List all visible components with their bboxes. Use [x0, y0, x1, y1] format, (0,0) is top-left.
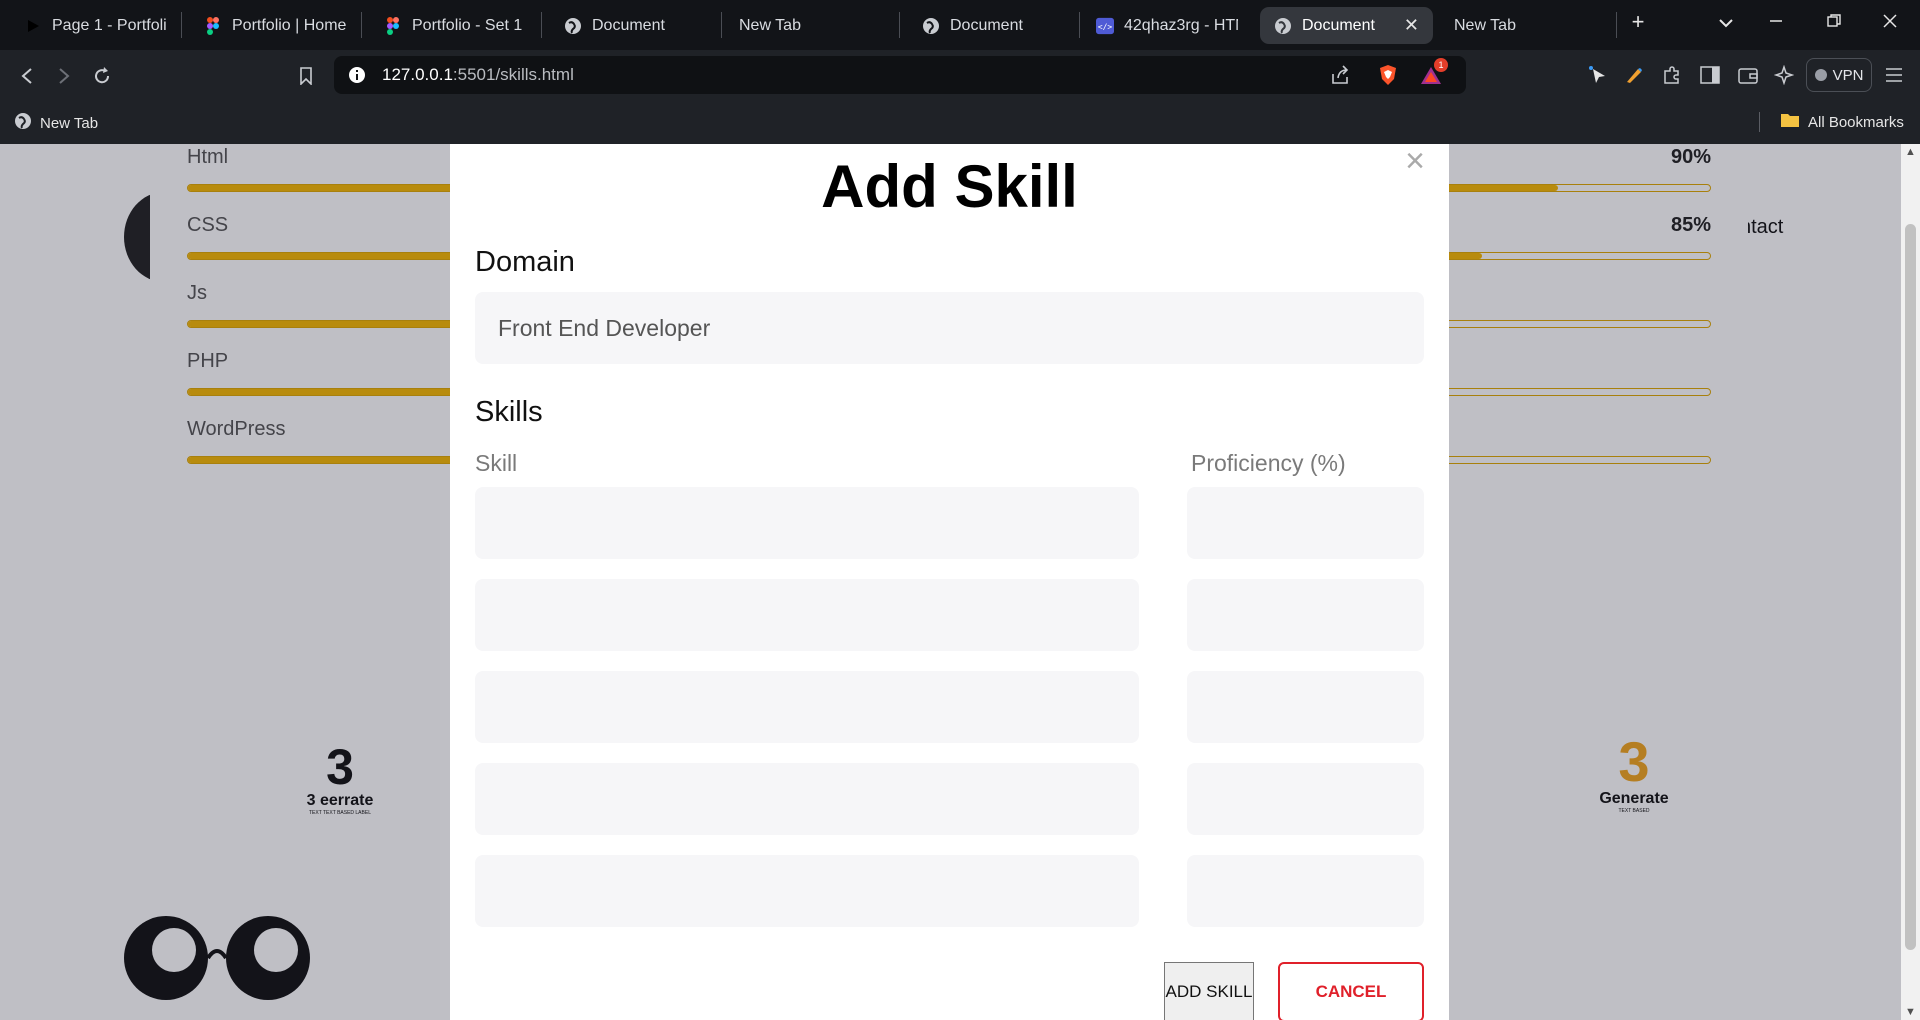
- minimize-icon[interactable]: [1762, 12, 1790, 33]
- tab-3[interactable]: Portfolio - Set 1 –: [370, 7, 540, 44]
- bookmark-icon[interactable]: [292, 62, 320, 90]
- skills-label: Skills: [475, 396, 543, 428]
- tab-divider: [899, 12, 900, 38]
- page-viewport: ntact Html 90% CSS 85% Js PHP WordPress: [0, 144, 1901, 1020]
- scroll-up-arrow-icon[interactable]: ▲: [1901, 146, 1920, 158]
- tab-divider: [181, 12, 182, 38]
- all-bookmarks-button[interactable]: All Bookmarks: [1780, 112, 1904, 132]
- tab-title: Portfolio - Set 1 –: [412, 16, 526, 34]
- scrollbar-thumb[interactable]: [1905, 224, 1916, 950]
- proficiency-input-3[interactable]: [1187, 671, 1424, 743]
- tab-1[interactable]: Page 1 - Portfolio: [10, 7, 180, 44]
- url-text[interactable]: 127.0.0.1:5501/skills.html: [382, 65, 574, 85]
- new-tab-plus-icon[interactable]: +: [1624, 9, 1652, 35]
- svg-text:</>: </>: [1098, 21, 1113, 31]
- page-scrollbar[interactable]: ▲ ▼: [1901, 144, 1920, 1020]
- site-info-icon[interactable]: [348, 66, 366, 89]
- back-icon[interactable]: [13, 62, 41, 90]
- share-icon[interactable]: [1330, 65, 1350, 90]
- globe-icon: [564, 17, 582, 35]
- forward-icon[interactable]: [50, 62, 78, 90]
- chevron-down-icon[interactable]: [1712, 12, 1740, 33]
- figma-icon: [384, 16, 402, 35]
- globe-icon: [14, 112, 32, 134]
- proficiency-input-4[interactable]: [1187, 763, 1424, 835]
- extensions-puzzle-icon[interactable]: [1660, 63, 1684, 87]
- vpn-button[interactable]: VPN: [1806, 58, 1872, 92]
- tab-7[interactable]: </> 42qhaz3rg - HTM: [1082, 7, 1252, 44]
- tab-title: Document: [950, 16, 1023, 34]
- skill-input-5[interactable]: [475, 855, 1139, 927]
- bookmark-new-tab[interactable]: New Tab: [14, 112, 98, 134]
- browser-toolbar: 127.0.0.1:5501/skills.html 1 VPN: [0, 50, 1920, 100]
- tab-8-active[interactable]: Document ✕: [1260, 7, 1433, 44]
- tab-title: Document: [1302, 16, 1375, 34]
- reload-icon[interactable]: [88, 62, 116, 90]
- tab-9[interactable]: New Tab: [1440, 7, 1610, 44]
- bookmark-label: New Tab: [40, 114, 99, 132]
- skill-column-header: Skill: [475, 450, 518, 476]
- play-icon: [24, 17, 42, 35]
- bookmark-divider: [1759, 112, 1760, 132]
- address-bar[interactable]: 127.0.0.1:5501/skills.html 1: [334, 56, 1466, 94]
- proficiency-input-2[interactable]: [1187, 579, 1424, 651]
- tab-6[interactable]: Document: [908, 7, 1078, 44]
- proficiency-input-1[interactable]: [1187, 487, 1424, 559]
- vpn-status-dot: [1814, 69, 1827, 81]
- domain-input[interactable]: [475, 292, 1424, 364]
- tab-divider: [721, 12, 722, 38]
- tab-divider: [541, 12, 542, 38]
- close-tab-icon[interactable]: ✕: [1404, 15, 1419, 36]
- domain-label: Domain: [475, 246, 575, 278]
- brave-shield-icon[interactable]: [1378, 64, 1398, 91]
- browser-tab-bar: Page 1 - Portfolio Portfolio | Home A Po…: [0, 0, 1920, 50]
- menu-icon[interactable]: [1882, 63, 1906, 87]
- add-skill-modal: × Add Skill Domain Skills Skill Proficie…: [450, 144, 1449, 1020]
- sidebar-icon[interactable]: [1698, 63, 1722, 87]
- folder-icon: [1780, 112, 1800, 132]
- globe-icon: [922, 17, 940, 35]
- modal-title: Add Skill: [821, 153, 1078, 220]
- figma-icon: [204, 16, 222, 35]
- skill-input-2[interactable]: [475, 579, 1139, 651]
- cursor-extension-icon[interactable]: [1586, 63, 1610, 87]
- url-path: :5501/skills.html: [452, 65, 574, 84]
- pen-extension-icon[interactable]: [1622, 63, 1646, 87]
- tab-title: Page 1 - Portfolio: [52, 16, 166, 34]
- tab-divider: [1616, 12, 1617, 38]
- tab-divider: [1079, 12, 1080, 38]
- globe-icon: [1274, 17, 1292, 35]
- tab-title: Document: [592, 16, 665, 34]
- skill-input-3[interactable]: [475, 671, 1139, 743]
- code-icon: </>: [1096, 17, 1114, 35]
- bookmarks-bar: New Tab All Bookmarks: [0, 100, 1920, 144]
- tab-5[interactable]: New Tab: [725, 7, 895, 44]
- tab-4[interactable]: Document: [550, 7, 720, 44]
- proficiency-input-5[interactable]: [1187, 855, 1424, 927]
- tab-divider: [361, 12, 362, 38]
- close-window-icon[interactable]: [1876, 12, 1904, 33]
- tab-title: New Tab: [739, 16, 801, 34]
- tab-title: 42qhaz3rg - HTM: [1124, 16, 1238, 34]
- tab-title: Portfolio | Home A: [232, 16, 346, 34]
- bookmark-label: All Bookmarks: [1808, 113, 1904, 131]
- wallet-icon[interactable]: [1736, 63, 1760, 87]
- skill-input-4[interactable]: [475, 763, 1139, 835]
- alert-badge: 1: [1434, 58, 1448, 72]
- tab-title: New Tab: [1454, 16, 1516, 34]
- vpn-label: VPN: [1832, 66, 1864, 84]
- proficiency-column-header: Proficiency (%): [1191, 450, 1346, 476]
- cancel-button[interactable]: CANCEL: [1278, 962, 1424, 1020]
- leo-ai-icon[interactable]: [1772, 63, 1796, 87]
- skill-input-1[interactable]: [475, 487, 1139, 559]
- tab-2[interactable]: Portfolio | Home A: [190, 7, 360, 44]
- scroll-down-arrow-icon[interactable]: ▼: [1901, 1006, 1920, 1018]
- add-skill-button[interactable]: ADD SKILL: [1164, 962, 1254, 1020]
- restore-icon[interactable]: [1820, 12, 1848, 33]
- url-host: 127.0.0.1: [382, 65, 453, 84]
